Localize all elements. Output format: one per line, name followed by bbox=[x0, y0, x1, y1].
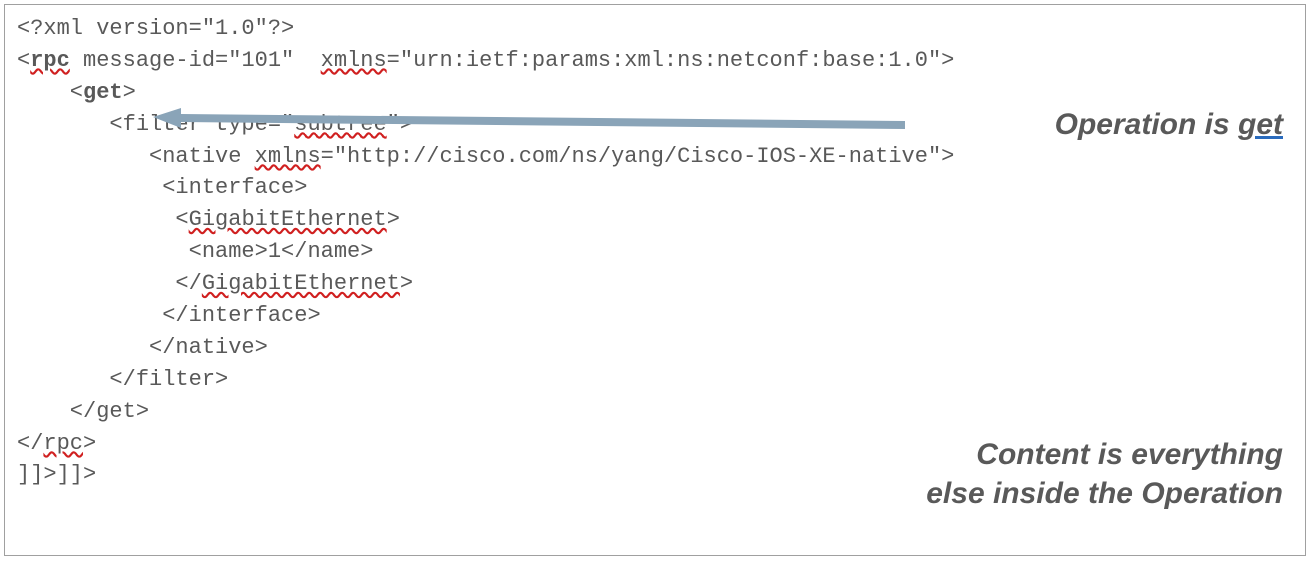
name-elem: <name>1</name> bbox=[17, 236, 1293, 268]
native-open: <native xmlns="http://cisco.com/ns/yang/… bbox=[17, 141, 1293, 173]
gig-close: </GigabitEthernet> bbox=[17, 268, 1293, 300]
interface-close: </interface> bbox=[17, 300, 1293, 332]
get-close: </get> bbox=[17, 396, 1293, 428]
gig-word-2: GigabitEthernet bbox=[202, 271, 400, 296]
operation-word: get bbox=[1238, 108, 1283, 141]
interface-open: <interface> bbox=[17, 172, 1293, 204]
arrow-icon bbox=[153, 108, 905, 140]
operation-note: Operation is get bbox=[1055, 105, 1283, 144]
gig-open: <GigabitEthernet> bbox=[17, 204, 1293, 236]
xml-decl: <?xml version="1.0"?> bbox=[17, 13, 1293, 45]
xmlns-attr-2: xmlns bbox=[255, 144, 321, 169]
gig-word-1: GigabitEthernet bbox=[189, 207, 387, 232]
filter-close: </filter> bbox=[17, 364, 1293, 396]
content-note: Content is everything else inside the Op… bbox=[926, 435, 1283, 513]
get-open: <get> bbox=[17, 77, 1293, 109]
xmlns-attr: xmlns bbox=[321, 48, 387, 73]
rpc-open: <rpc message-id="101" xmlns="urn:ietf:pa… bbox=[17, 45, 1293, 77]
code-box: <?xml version="1.0"?> <rpc message-id="1… bbox=[4, 4, 1306, 556]
rpc-tag: rpc bbox=[30, 48, 70, 73]
native-close: </native> bbox=[17, 332, 1293, 364]
rpc-close-tag: rpc bbox=[43, 431, 83, 456]
get-tag: get bbox=[83, 80, 123, 105]
